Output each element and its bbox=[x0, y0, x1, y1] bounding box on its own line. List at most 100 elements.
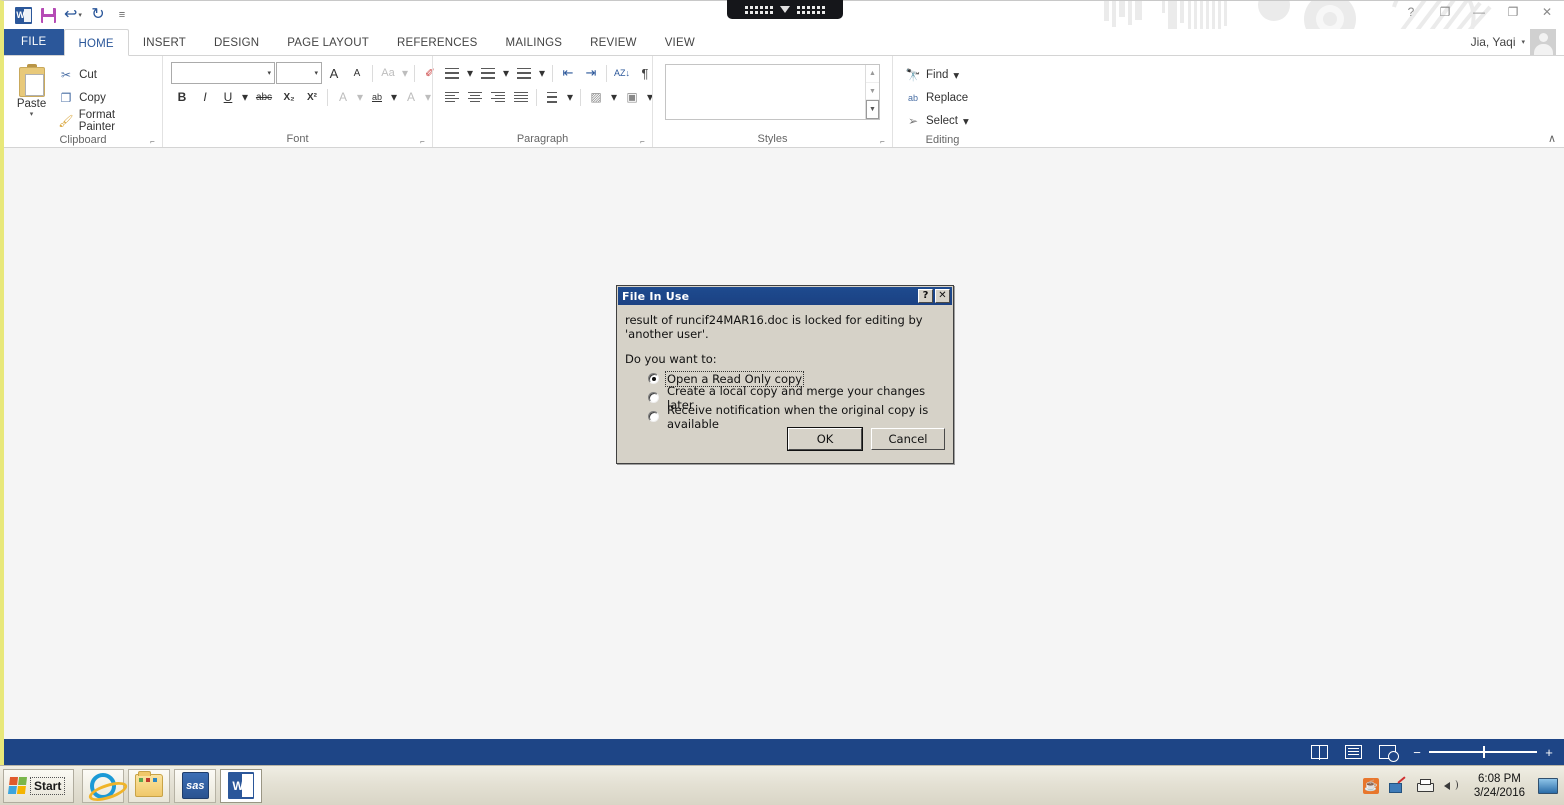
radio-create-local-copy-indicator[interactable] bbox=[648, 392, 659, 403]
line-spacing-chevron-icon[interactable]: ▾ bbox=[564, 86, 576, 108]
account-chevron-down-icon[interactable]: ▾ bbox=[1521, 38, 1525, 46]
minimize-icon[interactable]: — bbox=[1470, 5, 1488, 19]
tab-review[interactable]: REVIEW bbox=[576, 29, 651, 56]
underline-button[interactable]: U bbox=[217, 86, 239, 108]
tab-home[interactable]: HOME bbox=[63, 29, 129, 56]
format-painter-button[interactable]: 🖌 Format Painter bbox=[54, 109, 157, 133]
taskbar-item-word[interactable]: W bbox=[220, 768, 263, 803]
help-icon[interactable]: ? bbox=[1402, 5, 1420, 19]
styles-more-icon[interactable]: ▼ bbox=[866, 100, 879, 120]
styles-scroll-up-icon[interactable]: ▲ bbox=[866, 65, 879, 83]
radio-receive-notification[interactable]: Receive notification when the original c… bbox=[648, 403, 947, 431]
tab-references[interactable]: REFERENCES bbox=[383, 29, 492, 56]
font-size-input[interactable]: ▾ bbox=[276, 62, 322, 84]
taskbar-item-internet-explorer[interactable] bbox=[82, 768, 125, 803]
taskbar-item-sas[interactable]: sas bbox=[174, 768, 217, 803]
styles-dialog-launcher-icon[interactable]: ⌐ bbox=[878, 137, 887, 146]
collapse-ribbon-icon[interactable]: ∧ bbox=[1548, 132, 1556, 145]
strikethrough-button[interactable]: abc bbox=[251, 86, 277, 108]
ribbon-display-options-icon[interactable]: ❐ bbox=[1436, 5, 1454, 19]
java-icon[interactable]: ☕ bbox=[1362, 777, 1380, 795]
read-mode-button[interactable] bbox=[1302, 739, 1336, 765]
select-button[interactable]: ➢ Select ▾ bbox=[901, 110, 973, 132]
underline-chevron-icon[interactable]: ▾ bbox=[240, 86, 250, 108]
customize-quick-access-button[interactable]: ≡ bbox=[111, 4, 133, 26]
text-highlight-button[interactable]: ab bbox=[366, 86, 388, 108]
undo-dropdown-icon[interactable]: ▾ bbox=[78, 11, 82, 19]
font-name-input[interactable]: ▾ bbox=[171, 62, 275, 84]
paste-chevron-down-icon[interactable]: ▾ bbox=[30, 111, 34, 118]
paste-button[interactable]: Paste ▾ bbox=[9, 61, 54, 118]
shading-chevron-icon[interactable]: ▾ bbox=[608, 86, 620, 108]
save-button[interactable] bbox=[37, 4, 59, 26]
multilevel-list-button[interactable] bbox=[513, 62, 535, 84]
shrink-font-button[interactable]: A bbox=[346, 62, 368, 84]
styles-scrollbar[interactable]: ▲ ▼ ▼ bbox=[865, 65, 879, 120]
zoom-slider[interactable]: − + bbox=[1412, 745, 1554, 760]
bold-button[interactable]: B bbox=[171, 86, 193, 108]
clipboard-dialog-launcher-icon[interactable]: ⌐ bbox=[148, 137, 157, 146]
decrease-indent-button[interactable]: ⇤ bbox=[557, 62, 579, 84]
tab-mailings[interactable]: MAILINGS bbox=[492, 29, 577, 56]
grow-font-button[interactable]: A bbox=[323, 62, 345, 84]
account-area[interactable]: Jia, Yaqi ▾ bbox=[1471, 29, 1556, 55]
change-case-button[interactable]: Aa bbox=[377, 62, 399, 84]
text-effects-button[interactable]: A bbox=[332, 86, 354, 108]
copy-button[interactable]: ❐ Copy bbox=[54, 87, 157, 109]
align-right-button[interactable] bbox=[487, 86, 509, 108]
bullets-button[interactable] bbox=[441, 62, 463, 84]
dialog-title-bar[interactable]: File In Use ? ✕ bbox=[618, 287, 952, 305]
taskbar-item-file-explorer[interactable] bbox=[128, 768, 171, 803]
show-desktop-button[interactable] bbox=[1538, 777, 1558, 794]
bullets-chevron-icon[interactable]: ▾ bbox=[464, 62, 476, 84]
network-icon[interactable] bbox=[1389, 777, 1407, 795]
text-highlight-chevron-icon[interactable]: ▾ bbox=[389, 86, 399, 108]
find-chevron-down-icon[interactable]: ▾ bbox=[953, 68, 959, 82]
zoom-out-button[interactable]: − bbox=[1412, 745, 1422, 760]
volume-icon[interactable] bbox=[1443, 777, 1461, 795]
cut-button[interactable]: ✂ Cut bbox=[54, 64, 157, 86]
undo-button[interactable]: ↩ ▾ bbox=[61, 4, 85, 26]
tab-page-layout[interactable]: PAGE LAYOUT bbox=[273, 29, 383, 56]
increase-indent-button[interactable]: ⇥ bbox=[580, 62, 602, 84]
clock[interactable]: 6:08 PM 3/24/2016 bbox=[1470, 772, 1529, 800]
sort-button[interactable]: AZ↓ bbox=[611, 62, 633, 84]
tab-file[interactable]: FILE bbox=[4, 29, 64, 56]
shading-button[interactable]: ▨ bbox=[585, 86, 607, 108]
close-icon[interactable]: ✕ bbox=[1538, 5, 1556, 19]
keyboard-collapse-arrow-icon[interactable] bbox=[780, 6, 790, 13]
select-chevron-down-icon[interactable]: ▾ bbox=[963, 114, 969, 128]
font-name-chevron-down-icon[interactable]: ▾ bbox=[267, 69, 271, 77]
cancel-button[interactable]: Cancel bbox=[871, 428, 945, 450]
paragraph-dialog-launcher-icon[interactable]: ⌐ bbox=[638, 137, 647, 146]
tab-design[interactable]: DESIGN bbox=[200, 29, 273, 56]
align-left-button[interactable] bbox=[441, 86, 463, 108]
styles-scroll-down-icon[interactable]: ▼ bbox=[866, 83, 879, 101]
tab-insert[interactable]: INSERT bbox=[129, 29, 200, 56]
radio-receive-notification-indicator[interactable] bbox=[648, 411, 659, 422]
dialog-help-icon[interactable]: ? bbox=[918, 289, 933, 303]
radio-open-read-only-indicator[interactable] bbox=[648, 373, 659, 384]
styles-gallery-list[interactable] bbox=[666, 65, 865, 119]
tab-view[interactable]: VIEW bbox=[651, 29, 709, 56]
styles-gallery[interactable]: ▲ ▼ ▼ bbox=[665, 64, 880, 120]
line-spacing-button[interactable] bbox=[541, 86, 563, 108]
borders-button[interactable]: ▣ bbox=[621, 86, 643, 108]
avatar[interactable] bbox=[1530, 29, 1556, 55]
dialog-close-icon[interactable]: ✕ bbox=[935, 289, 950, 303]
start-button[interactable]: Start bbox=[3, 768, 75, 803]
superscript-button[interactable]: X² bbox=[301, 86, 323, 108]
replace-button[interactable]: ab Replace bbox=[901, 87, 973, 109]
printer-icon[interactable] bbox=[1416, 777, 1435, 795]
text-effects-chevron-icon[interactable]: ▾ bbox=[355, 86, 365, 108]
italic-button[interactable]: I bbox=[194, 86, 216, 108]
font-color-button[interactable]: A bbox=[400, 86, 422, 108]
change-case-chevron-icon[interactable]: ▾ bbox=[400, 62, 410, 84]
multilevel-chevron-icon[interactable]: ▾ bbox=[536, 62, 548, 84]
onscreen-keyboard-overlay[interactable] bbox=[727, 0, 843, 19]
font-size-chevron-down-icon[interactable]: ▾ bbox=[314, 69, 318, 77]
numbering-button[interactable] bbox=[477, 62, 499, 84]
align-center-button[interactable] bbox=[464, 86, 486, 108]
subscript-button[interactable]: X₂ bbox=[278, 86, 300, 108]
zoom-track[interactable] bbox=[1429, 746, 1537, 758]
